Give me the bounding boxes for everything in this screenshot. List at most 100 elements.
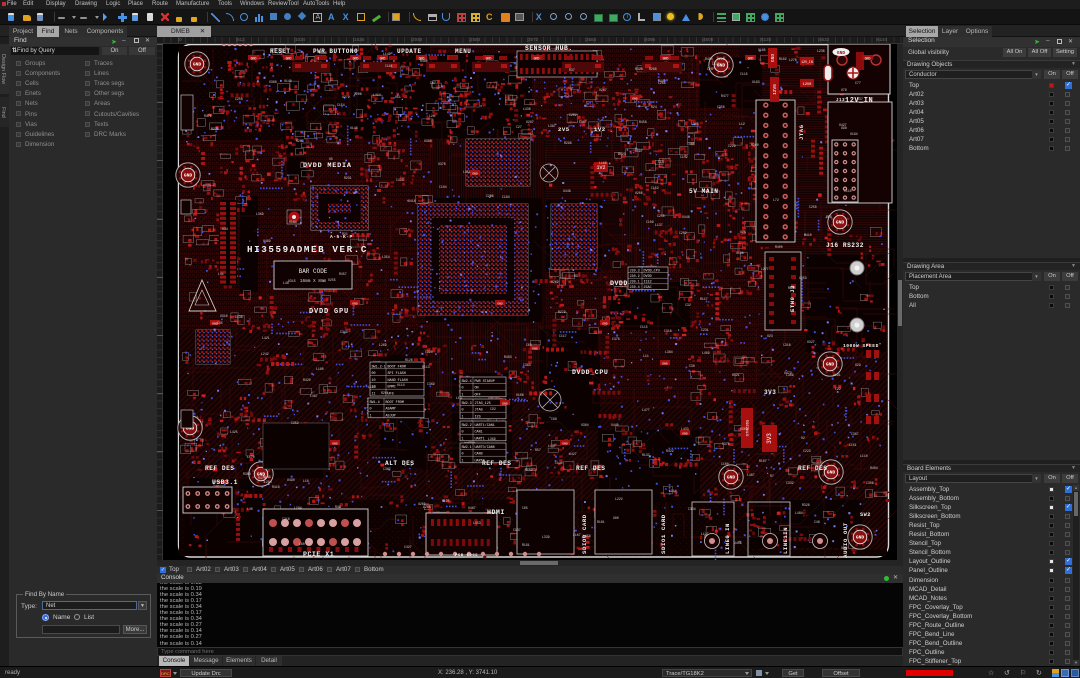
svg-text:BAR CODE: BAR CODE xyxy=(299,268,328,275)
svg-text:L421: L421 xyxy=(262,336,270,340)
svg-text:U448: U448 xyxy=(682,215,690,219)
svg-text:R458: R458 xyxy=(639,120,647,124)
svg-text:R484: R484 xyxy=(705,57,713,61)
svg-text:U467: U467 xyxy=(468,506,476,510)
svg-text:U255: U255 xyxy=(328,278,336,282)
svg-text:DVDD_CPU: DVDD_CPU xyxy=(572,369,608,376)
svg-text:LINE1IN: LINE1IN xyxy=(782,527,789,554)
svg-text:L314: L314 xyxy=(669,489,677,493)
svg-text:C223: C223 xyxy=(803,449,811,453)
svg-text:C140: C140 xyxy=(555,461,563,465)
svg-text:U67: U67 xyxy=(857,321,863,325)
svg-text:R37: R37 xyxy=(857,97,863,101)
svg-text:L40: L40 xyxy=(247,507,253,511)
svg-text:OFF: OFF xyxy=(475,393,481,397)
svg-text:R328: R328 xyxy=(635,67,643,71)
svg-text:USB3.1: USB3.1 xyxy=(212,479,238,486)
svg-text:DVDD: DVDD xyxy=(644,275,652,279)
svg-text:GND: GND xyxy=(770,54,776,62)
svg-text:U279: U279 xyxy=(342,95,350,99)
svg-text:L407: L407 xyxy=(747,473,755,477)
svg-text:GND: GND xyxy=(502,402,508,405)
svg-text:J30.1: J30.1 xyxy=(630,281,640,285)
svg-text:0: 0 xyxy=(462,453,464,457)
svg-text:U473: U473 xyxy=(784,371,792,375)
svg-text:L110: L110 xyxy=(860,454,868,458)
svg-text:PCIE X1: PCIE X1 xyxy=(303,551,334,558)
svg-text:C22: C22 xyxy=(835,387,841,391)
svg-text:U336: U336 xyxy=(319,51,327,55)
svg-text:JTAG_125: JTAG_125 xyxy=(475,402,491,406)
svg-text:L127: L127 xyxy=(701,532,709,536)
svg-text:R268: R268 xyxy=(649,67,657,71)
svg-text:U206: U206 xyxy=(354,92,362,96)
svg-text:U287: U287 xyxy=(526,120,534,124)
svg-text:10: 10 xyxy=(372,379,376,383)
svg-text:BOOT FROM: BOOT FROM xyxy=(388,365,406,369)
svg-text:R102: R102 xyxy=(779,57,787,61)
svg-text:C369: C369 xyxy=(427,382,435,386)
svg-text:L179: L179 xyxy=(712,62,720,66)
svg-text:U304: U304 xyxy=(581,423,589,427)
svg-text:U185: U185 xyxy=(758,48,766,52)
svg-text:U193: U193 xyxy=(752,80,760,84)
svg-text:UART1/CAN1: UART1/CAN1 xyxy=(475,423,495,428)
svg-text:U140: U140 xyxy=(284,79,292,83)
svg-text:U489: U489 xyxy=(263,239,271,243)
svg-text:U378: U378 xyxy=(438,162,446,166)
svg-text:L218: L218 xyxy=(717,57,725,61)
svg-text:R457: R457 xyxy=(339,272,347,276)
svg-text:C110: C110 xyxy=(844,189,852,193)
svg-text:SW2.4: SW2.4 xyxy=(462,380,472,384)
svg-text:GND: GND xyxy=(856,535,865,541)
svg-text:3V3: 3V3 xyxy=(766,433,773,444)
svg-text:R306: R306 xyxy=(243,472,251,476)
svg-text:JTAG: JTAG xyxy=(798,124,805,140)
svg-text:U34: U34 xyxy=(222,227,228,231)
svg-text:C320: C320 xyxy=(425,350,433,354)
svg-text:R480: R480 xyxy=(420,59,428,63)
svg-text:U23: U23 xyxy=(767,334,773,338)
svg-text:U310: U310 xyxy=(220,314,228,318)
svg-text:R309: R309 xyxy=(740,427,748,431)
svg-text:R152: R152 xyxy=(525,468,533,472)
svg-text:C352: C352 xyxy=(291,421,299,425)
svg-text:U427: U427 xyxy=(569,452,577,456)
svg-text:U427: U427 xyxy=(839,123,847,127)
svg-text:GND: GND xyxy=(632,97,638,100)
svg-text:L16: L16 xyxy=(303,479,309,483)
svg-text:C383: C383 xyxy=(523,363,531,367)
svg-text:C427: C427 xyxy=(404,545,412,549)
svg-text:U194: U194 xyxy=(850,132,858,136)
svg-text:L41: L41 xyxy=(218,272,224,276)
svg-text:BOOT FROM: BOOT FROM xyxy=(386,401,404,405)
svg-text:C151: C151 xyxy=(849,443,857,447)
svg-text:SDIO1 CARD: SDIO1 CARD xyxy=(660,514,667,554)
svg-text:L354: L354 xyxy=(382,255,390,259)
svg-text:1: 1 xyxy=(462,393,464,397)
svg-text:C191: C191 xyxy=(385,64,393,68)
svg-text:L170: L170 xyxy=(247,455,255,459)
svg-text:GND: GND xyxy=(353,56,359,60)
svg-text:L339: L339 xyxy=(542,535,550,539)
svg-text:GND: GND xyxy=(534,56,540,60)
svg-text:GND: GND xyxy=(193,62,202,68)
svg-text:12V_IN: 12V_IN xyxy=(801,60,813,64)
svg-text:J30.2: J30.2 xyxy=(630,275,640,279)
svg-text:C296: C296 xyxy=(486,194,494,198)
svg-text:PWR STARUP: PWR STARUP xyxy=(475,380,495,384)
svg-text:C68: C68 xyxy=(526,343,532,347)
svg-text:L484: L484 xyxy=(795,511,803,515)
svg-text:R474: R474 xyxy=(258,476,266,480)
svg-text:L433: L433 xyxy=(681,427,689,431)
svg-text:GND: GND xyxy=(826,362,835,368)
svg-text:GND: GND xyxy=(332,442,338,445)
svg-text:R477: R477 xyxy=(721,94,729,98)
svg-text:C92: C92 xyxy=(490,407,496,411)
svg-text:JTAG: JTAG xyxy=(475,409,483,413)
svg-text:I1E2: I1E2 xyxy=(644,281,652,285)
svg-text:U51: U51 xyxy=(395,95,401,99)
svg-text:R418: R418 xyxy=(272,485,280,489)
svg-text:C85: C85 xyxy=(522,506,528,510)
svg-text:U125: U125 xyxy=(442,499,450,503)
